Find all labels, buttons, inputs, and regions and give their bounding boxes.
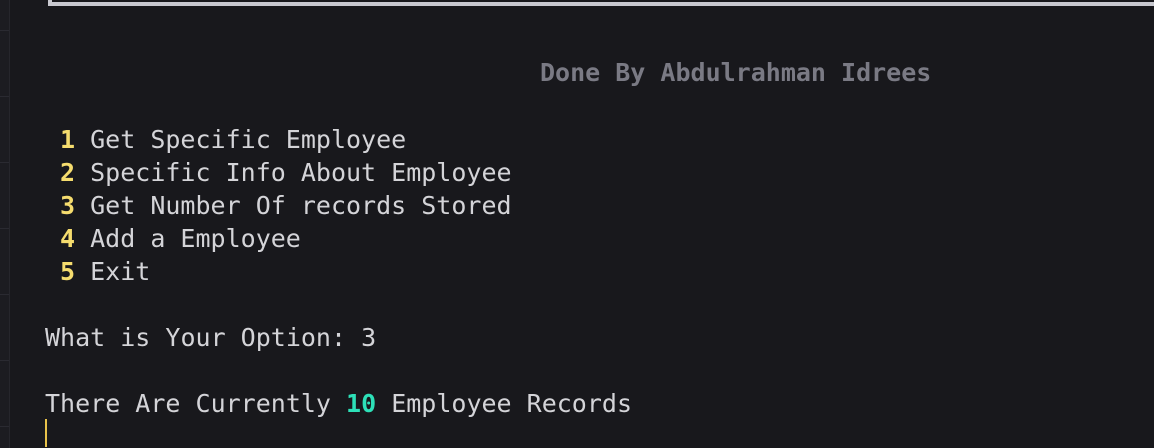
- menu-item-number: 4: [60, 224, 76, 253]
- result-prefix: There Are Currently: [45, 389, 347, 418]
- header-box-border: [48, 0, 1154, 6]
- menu-item-label: Exit: [90, 257, 151, 286]
- result-suffix: Employee Records: [376, 389, 633, 418]
- menu-item-label: Specific Info About Employee: [90, 158, 512, 187]
- editor-gutter: [0, 0, 10, 448]
- gutter-line: [0, 294, 9, 295]
- gutter-line: [0, 30, 9, 31]
- menu-item-label: Get Number Of records Stored: [90, 191, 512, 220]
- menu-item-number: 3: [60, 191, 76, 220]
- gutter-line: [0, 426, 9, 427]
- menu-item-number: 1: [60, 125, 76, 154]
- menu-item-label: Add a Employee: [90, 224, 301, 253]
- record-count: 10: [346, 389, 377, 418]
- gutter-line: [0, 162, 9, 163]
- menu-item-number: 2: [60, 158, 76, 187]
- menu-item-specific-info: 2 Specific Info About Employee: [60, 156, 512, 189]
- menu-item-number-of-records: 3 Get Number Of records Stored: [60, 189, 512, 222]
- text-cursor[interactable]: [45, 419, 47, 447]
- menu-item-number: 5: [60, 257, 76, 286]
- menu-item-get-specific-employee: 1 Get Specific Employee: [60, 123, 406, 156]
- gutter-line: [0, 96, 9, 97]
- option-prompt-label: What is Your Option:: [45, 323, 362, 352]
- menu-item-add-employee: 4 Add a Employee: [60, 222, 301, 255]
- gutter-line: [0, 228, 9, 229]
- option-prompt: What is Your Option: 3: [45, 321, 376, 354]
- gutter-line: [0, 360, 9, 361]
- option-input-value[interactable]: 3: [361, 323, 376, 352]
- author-credit: Done By Abdulrahman Idrees: [540, 58, 932, 87]
- result-line: There Are Currently 10 Employee Records: [45, 387, 632, 420]
- menu-item-label: Get Specific Employee: [90, 125, 407, 154]
- menu-item-exit: 5 Exit: [60, 255, 150, 288]
